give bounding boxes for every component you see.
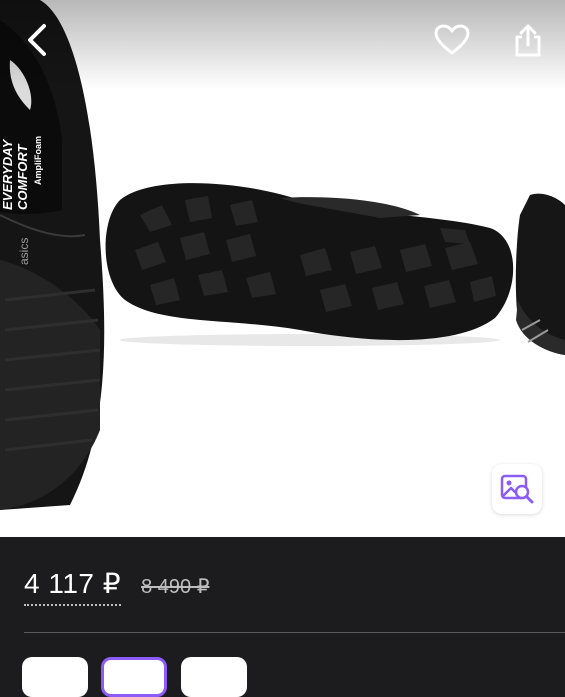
product-image-gallery[interactable]: EVERYDAY COMFORT AmpliFoam asics bbox=[0, 0, 565, 537]
image-search-icon bbox=[500, 474, 534, 504]
variant-option[interactable] bbox=[181, 657, 247, 697]
share-icon bbox=[515, 24, 541, 57]
divider bbox=[24, 632, 565, 633]
chevron-left-icon bbox=[28, 24, 46, 56]
heart-icon bbox=[434, 24, 470, 55]
shoe-side-view bbox=[515, 193, 565, 355]
product-info-panel: 4 117 ₽ 8 490 ₽ bbox=[0, 537, 565, 697]
insole-text-line1: EVERYDAY bbox=[0, 138, 15, 210]
old-price: 8 490 ₽ bbox=[141, 576, 210, 598]
insole-text-line3: AmpliFoam bbox=[33, 136, 43, 185]
insole-brand-text: asics bbox=[17, 238, 31, 265]
price-row: 4 117 ₽ 8 490 ₽ bbox=[24, 568, 209, 606]
share-button[interactable] bbox=[506, 18, 550, 62]
back-button[interactable] bbox=[16, 18, 60, 62]
variant-option[interactable] bbox=[22, 657, 88, 697]
top-gradient bbox=[0, 0, 565, 90]
insole-text-line2: COMFORT bbox=[15, 143, 30, 210]
visual-search-button[interactable] bbox=[492, 464, 542, 514]
variant-option-selected[interactable] bbox=[101, 657, 167, 697]
shoe-sole-view bbox=[105, 183, 514, 346]
favorite-button[interactable] bbox=[430, 18, 474, 62]
current-price[interactable]: 4 117 ₽ bbox=[24, 568, 122, 606]
